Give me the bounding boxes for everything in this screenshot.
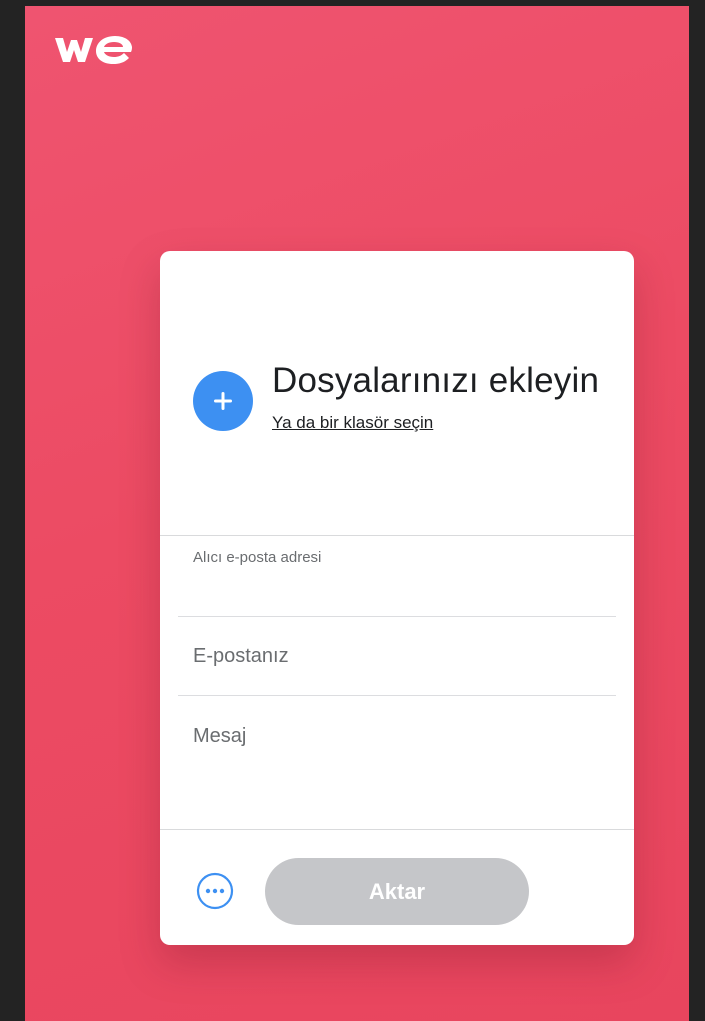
- message-input[interactable]: [193, 721, 593, 751]
- divider: [178, 695, 616, 696]
- recipient-label: Alıcı e-posta adresi: [193, 549, 322, 566]
- wetransfer-logo[interactable]: [53, 28, 135, 68]
- divider: [178, 616, 616, 617]
- transfer-card: Dosyalarınızı ekleyin Ya da bir klasör s…: [160, 251, 634, 945]
- page-background: Dosyalarınızı ekleyin Ya da bir klasör s…: [25, 6, 689, 1021]
- select-folder-link[interactable]: Ya da bir klasör seçin: [272, 413, 433, 433]
- sender-email-input[interactable]: [193, 641, 593, 671]
- add-files-title[interactable]: Dosyalarınızı ekleyin: [272, 361, 599, 401]
- recipient-email-input[interactable]: [193, 573, 593, 603]
- plus-icon: [214, 392, 232, 410]
- transfer-button[interactable]: Aktar: [265, 858, 529, 925]
- divider: [160, 829, 634, 830]
- add-files-button[interactable]: [193, 371, 253, 431]
- divider: [160, 535, 634, 536]
- more-options-icon[interactable]: [195, 871, 235, 911]
